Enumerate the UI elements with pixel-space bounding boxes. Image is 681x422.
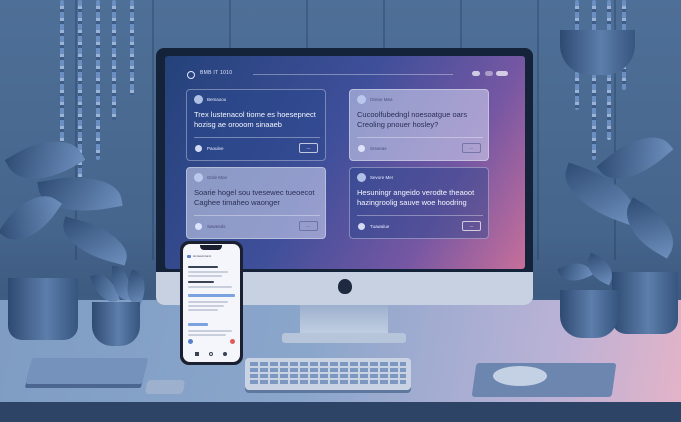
- plant-pot: [612, 272, 678, 334]
- category-icon: [358, 145, 365, 152]
- category-icon: [195, 145, 202, 152]
- screen-top-bar: BMB IT 1010: [165, 56, 525, 79]
- hanging-vine: [130, 0, 134, 95]
- card-question: Hesuningr angeido verodte theaoot hazing…: [357, 188, 475, 207]
- notebook: [25, 358, 149, 384]
- toggle-icon[interactable]: [496, 71, 508, 76]
- phone-menu-icon[interactable]: [187, 255, 191, 258]
- category-icon: [195, 223, 202, 230]
- card-action-button[interactable]: —: [299, 143, 318, 153]
- phone-text-line: [188, 266, 218, 268]
- desk-scene: BMB IT 1010 Bemaoou Trex lustenacol tiom…: [0, 0, 681, 422]
- card-action-button[interactable]: —: [462, 221, 481, 231]
- card-divider: [357, 137, 483, 138]
- phone-text-line: [188, 286, 232, 288]
- phone-screen: Hnnsonnrat A: [183, 244, 240, 362]
- card-divider: [194, 215, 320, 216]
- phone-text-line: [188, 281, 214, 283]
- window-control-icon[interactable]: [485, 71, 493, 76]
- card-author: Sevore Mer: [370, 175, 394, 180]
- hanging-vine: [592, 0, 596, 160]
- monitor-stand: [300, 305, 388, 335]
- plant-pot: [92, 302, 140, 346]
- card-footer-label: Paoulee: [207, 146, 224, 151]
- card-author: Orene Mea: [370, 97, 393, 102]
- card-footer-label: Saweeds: [207, 224, 226, 229]
- avatar: [194, 173, 203, 182]
- card-question: Soarie hogel sou tvesewec tueoecot Caghe…: [194, 188, 315, 207]
- question-card[interactable]: Orene Mea Cucoolfubedngl noesoatgue oars…: [349, 89, 489, 161]
- monitor-foot: [282, 333, 406, 343]
- hanging-pot: [560, 30, 635, 75]
- hanging-vine: [112, 0, 116, 120]
- phone-home-icon[interactable]: [195, 352, 199, 356]
- top-bar-divider: [253, 74, 453, 75]
- phone-text-line: [188, 275, 222, 277]
- desk-edge: [0, 402, 681, 422]
- card-footer-label: Tuawalue: [370, 224, 390, 229]
- card-action-button[interactable]: —: [299, 221, 318, 231]
- phone-highlight-bar[interactable]: [188, 294, 235, 297]
- avatar: [357, 173, 366, 182]
- hanging-vine: [96, 0, 100, 160]
- avatar: [357, 95, 366, 104]
- question-card[interactable]: Sevore Mer Hesuningr angeido verodte the…: [349, 167, 489, 239]
- phone-profile-icon[interactable]: [223, 352, 227, 356]
- app-logo-icon: [187, 71, 195, 79]
- monitor-screen: BMB IT 1010 Bemaoou Trex lustenacol tiom…: [165, 56, 525, 269]
- app-title: BMB IT 1010: [200, 70, 233, 76]
- card-author: Bemaoou: [207, 97, 227, 102]
- question-card[interactable]: Orde Moe Soarie hogel sou tvesewec tueoe…: [186, 167, 326, 239]
- card-action-button[interactable]: —: [462, 143, 481, 153]
- card-divider: [357, 215, 483, 216]
- card-author: Orde Moe: [207, 175, 228, 180]
- avatar: [194, 95, 203, 104]
- phone-text-line: [188, 309, 218, 311]
- phone-header: Hnnsonnrat A: [193, 254, 212, 258]
- mouse: [493, 366, 547, 386]
- keyboard-keys: [250, 362, 406, 386]
- phone-text-line: [188, 301, 228, 303]
- category-icon: [358, 223, 365, 230]
- apple-logo-icon: [338, 279, 352, 294]
- hanging-vine: [60, 0, 64, 150]
- remote: [144, 380, 186, 394]
- phone-text-line: [188, 271, 228, 273]
- phone-text-line: [188, 305, 224, 307]
- question-card[interactable]: Bemaoou Trex lustenacol tiome es hoesepn…: [186, 89, 326, 161]
- phone-avatar: [188, 339, 193, 344]
- phone-text-line: [188, 334, 226, 336]
- phone-text-line: [188, 330, 232, 332]
- card-footer-label: Srseeas: [370, 146, 387, 151]
- window-control-icon[interactable]: [472, 71, 480, 76]
- phone-notch: [200, 245, 222, 250]
- card-question: Trex lustenacol tiome es hoesepnect hozi…: [194, 110, 316, 129]
- card-question: Cucoolfubedngl noesoatgue oars Creoling …: [357, 110, 468, 129]
- card-divider: [194, 137, 320, 138]
- phone-highlight-bar[interactable]: [188, 323, 208, 326]
- phone-notification-icon[interactable]: [230, 339, 235, 344]
- plant-pot: [560, 290, 618, 338]
- plant-pot: [8, 278, 78, 340]
- phone-search-icon[interactable]: [209, 352, 213, 356]
